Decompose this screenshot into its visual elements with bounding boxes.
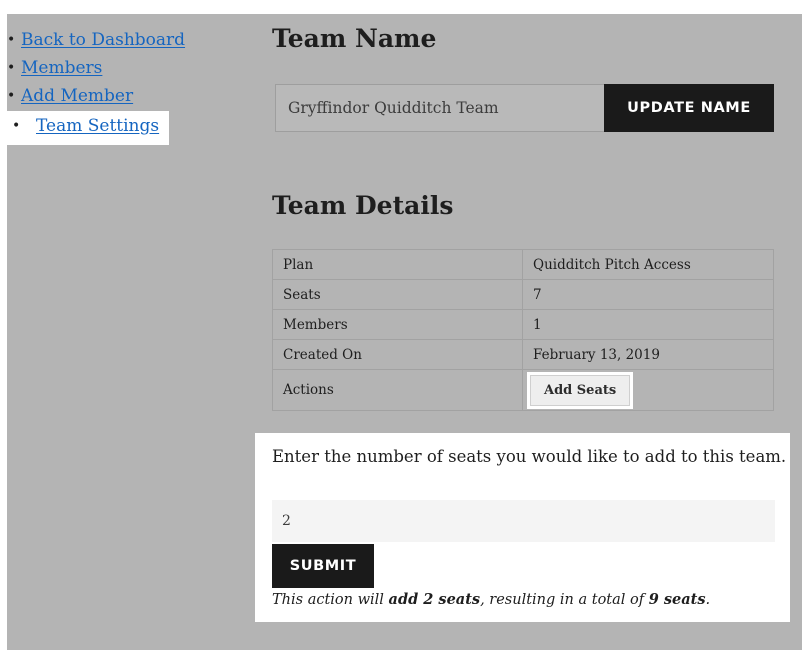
team-name-input[interactable] [275,84,605,132]
bullet-icon: • [7,60,16,76]
sidebar-item-team-settings: • Team Settings [7,111,169,145]
table-row: Plan Quidditch Pitch Access [272,249,774,280]
actions-cell: Add Seats [522,369,774,411]
add-seats-prompt: Enter the number of seats you would like… [272,447,787,466]
add-member-link[interactable]: Add Member [21,86,133,106]
bullet-icon: • [12,118,21,134]
team-settings-link[interactable]: Team Settings [36,116,159,136]
sidebar-item-members: • Members [7,54,207,82]
table-row: Created On February 13, 2019 [272,339,774,370]
seats-label: Seats [272,279,523,310]
created-on-label: Created On [272,339,523,370]
members-label: Members [272,309,523,340]
summary-suffix: . [705,592,711,608]
summary-total-seats: 9 seats [648,591,706,608]
seats-summary-text: This action will add 2 seats, resulting … [272,591,710,608]
seats-quantity-input[interactable] [272,500,775,542]
bullet-icon: • [7,88,16,104]
table-row: Seats 7 [272,279,774,310]
members-link[interactable]: Members [21,58,102,78]
members-value: 1 [522,309,774,340]
add-seats-panel: Enter the number of seats you would like… [255,433,790,622]
actions-label: Actions [272,369,523,411]
sidebar-nav: • Back to Dashboard • Members • Add Memb… [7,26,207,145]
sidebar-item-back-to-dashboard: • Back to Dashboard [7,26,207,54]
add-seats-button[interactable]: Add Seats [530,374,631,406]
team-details-heading: Team Details [272,191,454,220]
plan-label: Plan [272,249,523,280]
team-name-form: UPDATE NAME [275,84,775,132]
team-name-heading: Team Name [272,24,437,53]
bullet-icon: • [7,32,16,48]
summary-add-seats: add 2 seats [388,591,481,608]
submit-button[interactable]: SUBMIT [272,544,374,588]
back-to-dashboard-link[interactable]: Back to Dashboard [21,30,185,50]
plan-value: Quidditch Pitch Access [522,249,774,280]
table-row: Actions Add Seats [272,369,774,411]
team-details-table: Plan Quidditch Pitch Access Seats 7 Memb… [272,249,774,411]
table-row: Members 1 [272,309,774,340]
add-seats-highlight: Add Seats [527,371,634,409]
created-on-value: February 13, 2019 [522,339,774,370]
summary-prefix: This action will [272,592,389,608]
sidebar-item-add-member: • Add Member [7,82,207,110]
update-name-button[interactable]: UPDATE NAME [604,84,774,132]
sidebar-nav-list: • Back to Dashboard • Members • Add Memb… [7,26,207,145]
seats-value: 7 [522,279,774,310]
summary-middle: , resulting in a total of [480,592,649,608]
